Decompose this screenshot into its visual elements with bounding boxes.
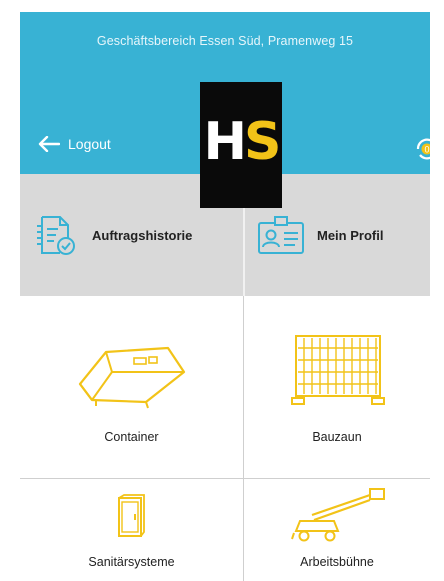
sync-button[interactable]: 0 (414, 136, 430, 162)
hs-logo: HS (200, 82, 282, 208)
category-label: Container (104, 430, 159, 444)
toilet-cabin-icon (118, 494, 145, 537)
fence-icon (291, 335, 385, 405)
category-label: Bauzaun (312, 430, 362, 444)
frame-left (0, 0, 20, 581)
screen: Geschäftsbereich Essen Süd, Pramenweg 15… (0, 0, 444, 581)
my-profile-label: Mein Profil (317, 227, 384, 243)
sync-icon: 0 (416, 138, 430, 160)
category-bauzaun[interactable]: Bauzaun (244, 296, 430, 478)
container-icon (78, 346, 186, 409)
category-arbeitsbuehne[interactable]: Arbeitsbühne (244, 479, 430, 581)
category-sanitaersysteme[interactable]: Sanitärsysteme (20, 479, 243, 581)
logo-letter-h: H (203, 112, 247, 172)
id-card-icon (258, 216, 304, 254)
app: Geschäftsbereich Essen Süd, Pramenweg 15… (20, 12, 430, 581)
arrow-left-icon (38, 136, 60, 152)
category-label: Arbeitsbühne (300, 555, 374, 569)
sync-badge: 0 (424, 145, 429, 155)
logout-label: Logout (68, 136, 111, 152)
logout-button[interactable]: Logout (38, 136, 111, 152)
category-grid: Container Bauzaun Sanitärsysteme Arbeits… (20, 296, 430, 581)
document-check-icon (37, 216, 75, 255)
logo-letter-s: S (244, 112, 281, 172)
category-label: Sanitärsysteme (88, 555, 175, 569)
branch-address: Geschäftsbereich Essen Süd, Pramenweg 15 (96, 34, 354, 48)
boom-lift-icon (291, 488, 385, 542)
frame-right (430, 0, 444, 581)
category-container[interactable]: Container (20, 296, 243, 478)
order-history-label: Auftragshistorie (92, 227, 193, 243)
